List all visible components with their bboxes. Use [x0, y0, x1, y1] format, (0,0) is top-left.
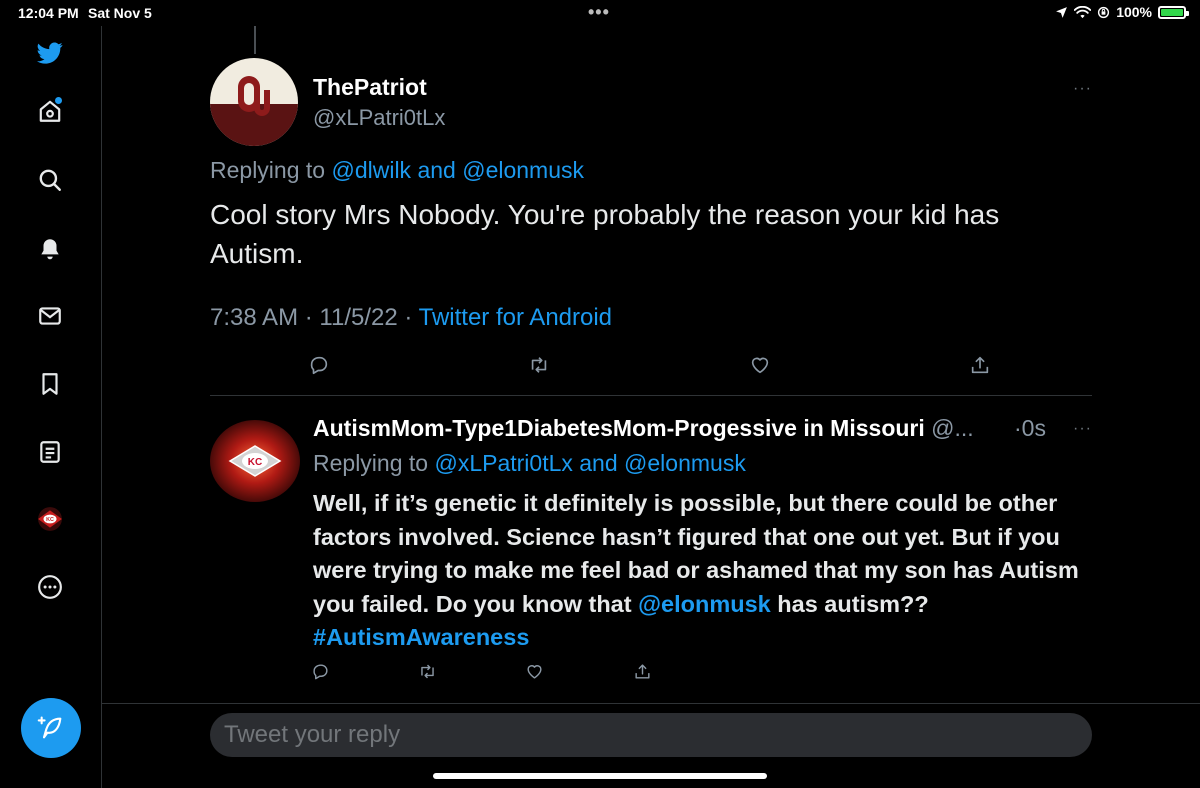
- home-indicator[interactable]: [433, 773, 767, 779]
- reply-timestamp[interactable]: ·0s: [1014, 415, 1046, 442]
- profile-avatar-icon: KC: [38, 507, 62, 531]
- reply-icon: [310, 356, 328, 375]
- mention-link[interactable]: @xLPatri0tLx: [434, 450, 572, 476]
- bookmark-icon: [42, 373, 58, 395]
- bell-icon: [41, 239, 59, 260]
- share-button[interactable]: [969, 354, 991, 376]
- chiefs-logo-avatar: KC: [210, 420, 300, 502]
- reply-button[interactable]: [311, 662, 330, 681]
- tweet-source-link[interactable]: Twitter for Android: [419, 304, 612, 331]
- notification-dot: [55, 97, 62, 104]
- mail-icon: [39, 307, 61, 325]
- display-name[interactable]: AutismMom-Type1DiabetesMom-Progessive in…: [313, 415, 925, 441]
- reply-author[interactable]: AutismMom-Type1DiabetesMom-Progessive in…: [313, 415, 974, 442]
- nav-bookmarks[interactable]: [31, 365, 69, 403]
- tweet-time[interactable]: 7:38 AM: [210, 304, 298, 331]
- mention-link[interactable]: @elonmusk: [638, 591, 771, 617]
- tweet-time[interactable]: 0s: [1022, 415, 1046, 441]
- ou-logo-avatar: [210, 58, 298, 146]
- twitter-logo-icon[interactable]: [31, 34, 69, 72]
- retweet-button[interactable]: [528, 354, 550, 376]
- like-button[interactable]: [525, 662, 544, 681]
- more-options-icon[interactable]: ···: [1073, 420, 1092, 438]
- nav-home[interactable]: [31, 92, 69, 130]
- mention-link[interactable]: @dlwilk: [331, 157, 411, 183]
- replying-to: Replying to @dlwilk and @elonmusk: [210, 157, 584, 184]
- nav-search[interactable]: [31, 161, 69, 199]
- battery-icon: [1158, 5, 1189, 19]
- wifi-icon: [1074, 5, 1092, 18]
- replying-label: Replying to: [313, 450, 429, 476]
- hashtag-link[interactable]: #AutismAwareness: [313, 624, 529, 650]
- meta-separator: ·: [404, 304, 413, 331]
- search-icon: [39, 169, 61, 191]
- reply-icon: [313, 664, 328, 680]
- tweet-text: Well, if it’s genetic it definitely is p…: [313, 487, 1093, 655]
- status-indicators: 100%: [1055, 4, 1189, 20]
- status-date: Sat Nov 5: [88, 5, 152, 21]
- meta-separator: ·: [1014, 415, 1022, 441]
- battery-percent: 100%: [1116, 4, 1152, 20]
- reply-button[interactable]: [308, 354, 330, 376]
- nav-more[interactable]: [31, 568, 69, 606]
- nav-profile[interactable]: KC: [31, 500, 69, 538]
- status-time: 12:04 PM: [18, 5, 79, 21]
- meta-separator: ·: [304, 304, 313, 331]
- composer-divider: [102, 703, 1200, 704]
- compose-tweet-button[interactable]: [21, 698, 81, 758]
- replying-and: and: [417, 157, 456, 183]
- reply-input[interactable]: [210, 713, 1092, 757]
- mention-link[interactable]: @elonmusk: [462, 157, 584, 183]
- tweet-text-part: has autism??: [770, 590, 929, 617]
- more-circle-icon: [38, 575, 62, 599]
- retweet-icon: [531, 357, 547, 373]
- retweet-icon: [421, 664, 434, 679]
- battery-level: [1161, 8, 1183, 16]
- share-icon: [971, 356, 989, 374]
- replying-and: and: [579, 450, 618, 476]
- thread-line: [254, 26, 256, 54]
- share-button[interactable]: [633, 662, 652, 681]
- divider: [210, 395, 1092, 396]
- sidebar: KC: [0, 26, 102, 788]
- multitasking-dots-icon[interactable]: •••: [588, 2, 610, 23]
- svg-text:KC: KC: [46, 517, 54, 523]
- tweet-date[interactable]: 11/5/22: [319, 304, 397, 331]
- nav-notifications[interactable]: [31, 230, 69, 268]
- replying-label: Replying to: [210, 157, 326, 183]
- user-handle[interactable]: @xLPatri0tLx: [313, 105, 445, 131]
- heart-icon: [527, 665, 542, 679]
- svg-text:KC: KC: [248, 457, 262, 468]
- tweet-meta: 7:38 AM · 11/5/22 · Twitter for Android: [210, 304, 612, 332]
- lists-icon: [40, 441, 60, 463]
- nav-messages[interactable]: [31, 297, 69, 335]
- user-handle[interactable]: @...: [931, 415, 974, 441]
- retweet-button[interactable]: [418, 662, 437, 681]
- heart-icon: [751, 357, 769, 374]
- status-bar: 12:04 PM Sat Nov 5 ••• 100%: [0, 0, 1200, 26]
- display-name[interactable]: ThePatriot: [313, 74, 427, 101]
- share-icon: [635, 664, 650, 679]
- avatar[interactable]: [210, 58, 298, 146]
- mention-link[interactable]: @elonmusk: [624, 450, 746, 476]
- like-button[interactable]: [749, 354, 771, 376]
- location-icon: [1056, 6, 1068, 18]
- rotation-lock-icon: [1098, 6, 1110, 18]
- more-options-icon[interactable]: ···: [1073, 80, 1092, 98]
- compose-tweet-icon: [37, 716, 62, 739]
- tweet-text: Cool story Mrs Nobody. You're probably t…: [210, 199, 1000, 269]
- nav-lists[interactable]: [31, 433, 69, 471]
- avatar[interactable]: KC: [210, 420, 300, 502]
- replying-to: Replying to @xLPatri0tLx and @elonmusk: [313, 450, 746, 477]
